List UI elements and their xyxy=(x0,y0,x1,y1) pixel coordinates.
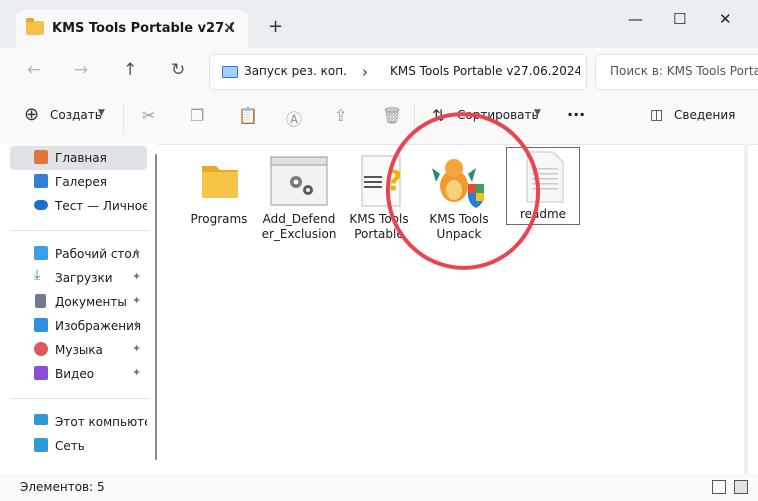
network-icon xyxy=(34,438,48,452)
back-arrow-icon[interactable]: ← xyxy=(27,60,41,80)
sidebar-item-network[interactable]: Сеть xyxy=(10,434,147,458)
navigation-pane: Главная Галерея Тест — Личное Рабочий ст… xyxy=(0,144,158,474)
home-icon xyxy=(34,150,48,164)
chevron-down-icon: ▼ xyxy=(534,108,541,118)
sidebar-item-gallery[interactable]: Галерея xyxy=(10,170,147,194)
chevron-down-icon: ▼ xyxy=(98,108,105,118)
music-icon xyxy=(34,342,48,356)
sidebar-item-label: Галерея xyxy=(55,175,107,189)
sidebar-item-video[interactable]: Видео ✦ xyxy=(10,362,147,386)
sidebar-item-label: Тест — Личное xyxy=(55,199,147,213)
close-button[interactable]: ✕ xyxy=(719,10,732,28)
pin-icon[interactable]: ✦ xyxy=(132,342,141,355)
content-scrollbar[interactable] xyxy=(744,144,748,474)
pin-icon[interactable]: ✦ xyxy=(132,366,141,379)
sidebar-item-desktop[interactable]: Рабочий стол ✦ xyxy=(10,242,147,266)
address-row: ← → ↑ ↻ Запуск рез. коп. › KMS Tools Por… xyxy=(0,48,758,94)
download-icon: ⤓ xyxy=(34,267,41,283)
new-tab-button[interactable]: + xyxy=(268,16,283,37)
monitor-icon xyxy=(222,66,238,78)
file-item-add-defender-exclusion[interactable]: Add_Defender_Exclusion xyxy=(260,150,338,260)
create-button[interactable]: Создать xyxy=(50,108,102,122)
rename-icon[interactable]: Ⓐ xyxy=(286,106,302,130)
folder-icon xyxy=(202,166,238,198)
explorer-window: KMS Tools Portable v27.06.2024 ✕ + — ☐ ✕… xyxy=(0,0,758,501)
plus-circle-icon: ⊕ xyxy=(24,104,40,125)
settings-file-icon xyxy=(270,156,328,206)
maximize-button[interactable]: ☐ xyxy=(673,10,686,28)
folder-icon xyxy=(26,18,44,35)
status-bar: Элементов: 5 xyxy=(0,474,758,501)
minimize-button[interactable]: — xyxy=(628,10,643,28)
video-icon xyxy=(34,366,48,380)
details-view-icon[interactable] xyxy=(712,480,726,494)
title-bar: KMS Tools Portable v27.06.2024 ✕ + — ☐ ✕ xyxy=(0,0,758,50)
address-bar[interactable]: Запуск рез. коп. › KMS Tools Portable v2… xyxy=(209,54,587,90)
breadcrumb-backup[interactable]: Запуск рез. коп. xyxy=(244,64,347,78)
cloud-icon xyxy=(34,200,48,210)
pin-icon[interactable]: ✦ xyxy=(132,294,141,307)
divider xyxy=(10,230,150,231)
sidebar-item-downloads[interactable]: ⤓ Загрузки ✦ xyxy=(10,266,147,290)
documents-icon xyxy=(35,294,46,308)
details-button[interactable]: Сведения xyxy=(674,108,735,122)
sidebar-scrollbar[interactable] xyxy=(155,154,157,460)
tab-active[interactable]: KMS Tools Portable v27.06.2024 ✕ xyxy=(16,10,248,48)
sidebar-item-label: Сеть xyxy=(55,439,85,453)
pin-icon[interactable]: ✦ xyxy=(132,246,141,259)
divider xyxy=(10,398,150,399)
refresh-icon[interactable]: ↻ xyxy=(171,60,185,80)
tab-close-button[interactable]: ✕ xyxy=(223,19,236,37)
file-label: Add_Defender_Exclusion xyxy=(261,212,337,241)
sidebar-item-home[interactable]: Главная xyxy=(10,146,147,170)
copy-icon[interactable]: ❐ xyxy=(190,106,204,125)
delete-icon[interactable]: 🗑 xyxy=(382,106,402,125)
command-bar: ⊕ Создать ▼ ✂ ❐ 📋 Ⓐ ⇪ 🗑 ⇅ Сортировать ▼ … xyxy=(0,94,758,145)
tiles-view-icon[interactable] xyxy=(734,480,748,494)
desktop-icon xyxy=(34,246,48,260)
sidebar-item-documents[interactable]: Документы ✦ xyxy=(10,290,147,314)
forward-arrow-icon[interactable]: → xyxy=(74,60,88,80)
share-icon[interactable]: ⇪ xyxy=(334,106,347,125)
tab-title: KMS Tools Portable v27.06.2024 xyxy=(52,21,234,36)
item-count: Элементов: 5 xyxy=(20,480,105,494)
pin-icon[interactable]: ✦ xyxy=(132,270,141,283)
up-arrow-icon[interactable]: ↑ xyxy=(123,60,137,80)
sidebar-item-music[interactable]: Музыка ✦ xyxy=(10,338,147,362)
cut-icon[interactable]: ✂ xyxy=(142,106,155,125)
breadcrumb-current[interactable]: KMS Tools Portable v27.06.2024 xyxy=(390,64,580,78)
sidebar-item-pictures[interactable]: Изображения ✦ xyxy=(10,314,147,338)
more-options-button[interactable]: ··· xyxy=(567,105,585,124)
search-placeholder: Поиск в: KMS Tools Portable xyxy=(610,64,758,78)
gallery-icon xyxy=(34,174,48,188)
file-label: Programs xyxy=(190,212,248,226)
sidebar-item-this-pc[interactable]: Этот компьютер xyxy=(10,410,147,434)
search-input[interactable]: Поиск в: KMS Tools Portable xyxy=(595,54,758,90)
paste-icon[interactable]: 📋 xyxy=(238,106,258,125)
computer-icon xyxy=(34,414,48,425)
pictures-icon xyxy=(34,318,48,332)
sidebar-item-label: Этот компьютер xyxy=(55,415,147,429)
file-item-programs[interactable]: Programs xyxy=(180,150,258,260)
details-pane-icon: ◫ xyxy=(650,107,664,123)
chevron-right-icon: › xyxy=(362,63,368,81)
sidebar-item-label: Главная xyxy=(55,151,107,165)
pin-icon[interactable]: ✦ xyxy=(132,318,141,331)
toolbar-divider xyxy=(123,104,124,134)
sidebar-item-onedrive[interactable]: Тест — Личное xyxy=(10,194,147,218)
